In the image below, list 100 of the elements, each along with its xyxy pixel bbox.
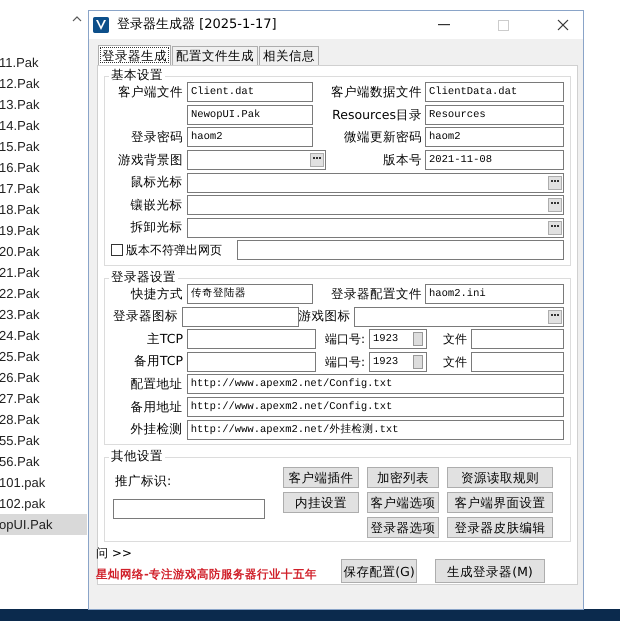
input-field[interactable]: haom2	[187, 127, 313, 148]
port-label: 端口号:	[324, 354, 365, 371]
file-item[interactable]: 28.Pak	[0, 409, 87, 430]
field-value: haom2	[191, 130, 223, 146]
input-field[interactable]: 2021-11-08	[425, 150, 564, 170]
field-label: 拆卸光标	[130, 218, 183, 236]
file-item[interactable]: 15.Pak	[0, 136, 87, 157]
port-spinner[interactable]: 1923	[369, 329, 427, 350]
file-item[interactable]: 13.Pak	[0, 94, 87, 115]
input-field[interactable]	[237, 240, 564, 260]
field-label: 游戏背景图	[117, 150, 183, 169]
browse-button[interactable]	[548, 310, 562, 324]
file-item[interactable]: 19.Pak	[0, 220, 87, 241]
file-item[interactable]: 24.Pak	[0, 325, 87, 346]
slogan-text: 星灿网络-专注游戏高防服务器行业十五年	[96, 566, 318, 583]
option-button[interactable]: 客户端插件	[283, 466, 359, 488]
file-item[interactable]: 17.Pak	[0, 178, 87, 199]
file-item[interactable]: 101.pak	[0, 472, 87, 493]
field-label: 客户端数据文件	[330, 82, 422, 101]
promo-field[interactable]	[113, 498, 265, 519]
input-field[interactable]: http://www.apexm2.net/Config.txt	[186, 374, 564, 394]
ellipsis-icon	[551, 314, 559, 316]
input-field[interactable]: haom2	[425, 127, 564, 148]
minimize-icon[interactable]	[438, 24, 450, 26]
option-button[interactable]: 资源读取规则	[447, 466, 553, 488]
close-icon[interactable]	[557, 19, 569, 31]
file-item[interactable]: 25.Pak	[0, 346, 87, 367]
input-field[interactable]	[186, 195, 564, 216]
file-item[interactable]: 27.Pak	[0, 388, 87, 409]
input-field[interactable]	[187, 329, 316, 350]
input-field[interactable]	[187, 352, 316, 372]
group-title: 基本设置	[109, 68, 165, 82]
option-button[interactable]: 登录器选项	[367, 516, 439, 538]
file-item[interactable]: 16.Pak	[0, 157, 87, 178]
option-button[interactable]: 客户端选项	[367, 492, 439, 513]
action-button[interactable]: 保存配置(G)	[341, 559, 417, 584]
browse-button[interactable]	[310, 153, 324, 168]
tab[interactable]: 登录器生成	[98, 45, 171, 65]
input-field[interactable]	[186, 172, 564, 193]
input-field[interactable]	[187, 150, 326, 170]
field-label: 外挂检测	[130, 420, 183, 438]
browse-button[interactable]	[548, 220, 562, 235]
input-field[interactable]	[182, 306, 299, 327]
more-link[interactable]: 问 >>	[96, 544, 341, 562]
field-label: 主TCP	[146, 330, 183, 348]
field-label: 游戏图标	[298, 307, 351, 326]
field-label: 镶嵌光标	[130, 196, 183, 214]
field-label: 备用TCP	[132, 352, 183, 370]
input-field[interactable]	[186, 218, 564, 238]
field-value: haom2	[429, 130, 461, 146]
file-item[interactable]: 11.Pak	[0, 52, 87, 73]
input-field[interactable]: ClientData.dat	[425, 82, 564, 102]
group-title: 其他设置	[109, 448, 165, 463]
input-field[interactable]: haom2.ini	[425, 284, 564, 304]
field-label: 登录器图标	[113, 307, 178, 326]
app-logo-icon	[93, 17, 109, 33]
file-item[interactable]: 23.Pak	[0, 304, 87, 325]
input-field[interactable]: http://www.apexm2.net/Config.txt	[186, 397, 564, 418]
field-value: http://www.apexm2.net/Config.txt	[190, 377, 392, 392]
input-field[interactable]: Client.dat	[187, 82, 313, 102]
field-value: Client.dat	[191, 85, 254, 100]
tab[interactable]: 配置文件生成	[172, 46, 258, 65]
port-value: 1923	[373, 354, 398, 370]
option-button[interactable]: 加密列表	[367, 466, 439, 488]
field-value: 传奇登陆器	[191, 286, 246, 302]
input-field[interactable]: http://www.apexm2.net/外挂检测.txt	[186, 420, 564, 440]
ellipsis-icon	[551, 202, 559, 204]
field-label: 配置地址	[130, 375, 183, 394]
file-item[interactable]: 14.Pak	[0, 115, 87, 136]
action-button[interactable]: 生成登录器(M)	[435, 559, 545, 584]
scroll-up-icon[interactable]	[72, 16, 82, 22]
file-item[interactable]: 102.pak	[0, 493, 87, 514]
input-field[interactable]	[471, 329, 564, 350]
field-label: 客户端文件	[117, 82, 183, 101]
ellipsis-icon	[551, 224, 559, 227]
option-button[interactable]: 登录器皮肤编辑	[447, 516, 553, 538]
option-button[interactable]: 内挂设置	[283, 492, 359, 513]
input-field[interactable]: 传奇登陆器	[187, 284, 313, 304]
option-button[interactable]: 客户端界面设置	[447, 492, 553, 513]
file-item[interactable]: 26.Pak	[0, 367, 87, 388]
browse-button[interactable]	[548, 176, 562, 190]
file-item[interactable]: 12.Pak	[0, 73, 87, 94]
input-field[interactable]: NewopUI.Pak	[187, 104, 313, 125]
browse-button[interactable]	[548, 198, 562, 212]
file-item[interactable]: 20.Pak	[0, 241, 87, 262]
group-title: 登录器设置	[109, 270, 178, 284]
file-item[interactable]: 22.Pak	[0, 283, 87, 304]
promo-label: 推广标识:	[114, 472, 172, 490]
tab[interactable]: 相关信息	[259, 46, 319, 65]
field-value: ClientData.dat	[429, 85, 518, 100]
input-field[interactable]	[354, 306, 564, 327]
field-value: http://www.apexm2.net/外挂检测.txt	[190, 422, 399, 438]
file-item[interactable]: 21.Pak	[0, 262, 87, 283]
input-field[interactable]	[471, 352, 564, 372]
input-field[interactable]: Resources	[425, 104, 564, 125]
window-title: 登录器生成器 [2025-1-17]	[117, 16, 277, 34]
port-spinner[interactable]: 1923	[369, 352, 427, 372]
checkbox[interactable]	[111, 244, 123, 256]
file-item[interactable]: 18.Pak	[0, 199, 87, 220]
field-label: 版本号	[382, 150, 422, 169]
